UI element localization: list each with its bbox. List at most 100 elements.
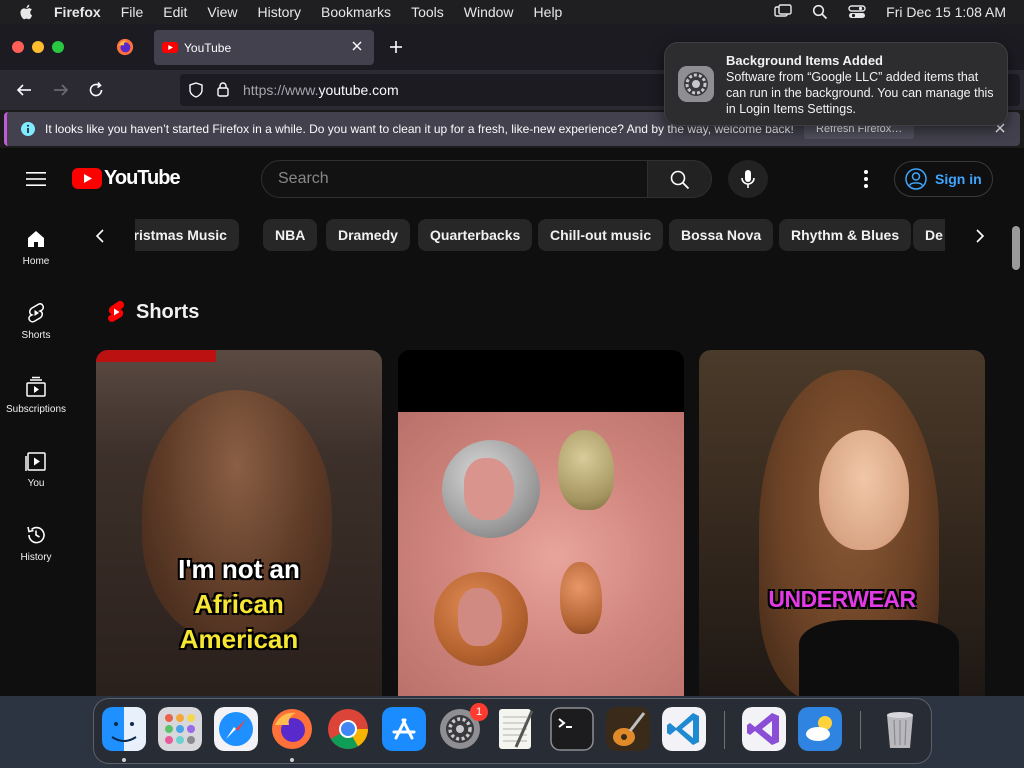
guide-item-you[interactable]: You — [0, 440, 72, 504]
account-icon — [905, 168, 927, 190]
cutout — [458, 588, 502, 646]
app-store-icon[interactable] — [382, 707, 426, 751]
tab-title: YouTube — [184, 40, 232, 55]
app-menu-firefox[interactable]: Firefox — [54, 4, 101, 20]
window-zoom-button[interactable] — [52, 41, 64, 53]
firefox-pinned-tab-icon[interactable] — [116, 38, 134, 56]
coin-image — [442, 440, 540, 538]
guide-item-shorts[interactable]: Shorts — [0, 292, 72, 356]
weather-icon[interactable] — [798, 707, 842, 751]
window-close-button[interactable] — [12, 41, 24, 53]
chip-quarterbacks[interactable]: Quarterbacks — [418, 219, 533, 251]
dock-separator — [860, 711, 861, 749]
chip-nba[interactable]: NBA — [263, 219, 318, 251]
terminal-icon[interactable] — [550, 707, 594, 751]
menubar-clock[interactable]: Fri Dec 15 1:08 AM — [886, 4, 1006, 20]
coin-image — [434, 572, 528, 666]
control-center-icon[interactable] — [848, 4, 866, 20]
caption-line: African — [194, 589, 284, 619]
search-button[interactable] — [647, 160, 712, 198]
chip-bossa-nova[interactable]: Bossa Nova — [669, 219, 774, 251]
macos-menu-bar: Firefox File Edit View History Bookmarks… — [0, 0, 1024, 24]
search-input[interactable] — [278, 169, 618, 189]
apple-icon[interactable] — [18, 3, 36, 21]
chips-scroll-right-icon[interactable] — [970, 226, 990, 246]
youtube-wordmark: YouTube — [104, 166, 181, 189]
youtube-page: YouTube Sign in Home Shorts Subscription… — [0, 148, 1024, 696]
firefox-icon[interactable] — [270, 707, 314, 751]
spotlight-search-icon[interactable] — [812, 4, 828, 20]
youtube-favicon-icon — [162, 42, 178, 53]
voice-search-button[interactable] — [728, 160, 768, 198]
caption-line: American — [179, 624, 299, 654]
visual-studio-icon[interactable] — [742, 707, 786, 751]
guide-label: Subscriptions — [5, 404, 67, 415]
page-scrollbar-thumb[interactable] — [1012, 226, 1020, 270]
menu-bookmarks[interactable]: Bookmarks — [321, 4, 391, 20]
menu-edit[interactable]: Edit — [163, 4, 187, 20]
short-card[interactable] — [398, 350, 684, 696]
thumbnail-image — [819, 430, 909, 550]
macos-notification[interactable]: Background Items Added Software from “Go… — [664, 42, 1008, 126]
hamburger-menu-icon[interactable] — [26, 170, 46, 188]
window-minimize-button[interactable] — [32, 41, 44, 53]
youtube-play-logo-icon — [72, 167, 102, 189]
url-prefix: https://www. — [243, 82, 319, 98]
thumbnail-image — [799, 620, 959, 696]
menu-history[interactable]: History — [257, 4, 301, 20]
safari-icon[interactable] — [214, 707, 258, 751]
menu-tools[interactable]: Tools — [411, 4, 444, 20]
shorts-logo-icon — [108, 300, 125, 322]
reload-icon[interactable] — [87, 81, 105, 99]
tab-close-icon[interactable] — [350, 39, 364, 53]
tab-youtube[interactable]: YouTube — [154, 30, 374, 65]
guide-label: Shorts — [21, 330, 51, 341]
chip-bar: hristmas Music NBA Dramedy Quarterbacks … — [135, 219, 945, 251]
padlock-icon[interactable] — [216, 81, 230, 97]
menu-window[interactable]: Window — [464, 4, 514, 20]
trash-icon[interactable] — [878, 707, 922, 751]
sign-in-button[interactable]: Sign in — [894, 161, 993, 197]
guide-label: Home — [22, 256, 50, 267]
visual-studio-code-icon[interactable] — [662, 707, 706, 751]
microphone-icon — [741, 170, 755, 188]
shorts-icon — [28, 303, 44, 323]
url-text[interactable]: https://www.youtube.com — [243, 82, 399, 98]
garageband-icon[interactable] — [606, 707, 650, 751]
screen-mirroring-icon[interactable] — [774, 4, 792, 20]
chip-partial[interactable]: De — [913, 219, 945, 251]
short-card[interactable]: I'm not an African American — [96, 350, 382, 696]
chip-christmas-music[interactable]: hristmas Music — [135, 219, 239, 251]
menu-help[interactable]: Help — [534, 4, 563, 20]
chrome-icon[interactable] — [326, 707, 370, 751]
home-icon — [28, 231, 44, 247]
notification-body: Software from “Google LLC” added items t… — [726, 70, 994, 116]
url-domain: youtube.com — [318, 82, 399, 98]
shorts-section-header: Shorts — [106, 300, 199, 324]
new-tab-icon[interactable] — [387, 38, 405, 56]
chip-dramedy[interactable]: Dramedy — [326, 219, 410, 251]
textedit-icon[interactable] — [494, 707, 538, 751]
more-options-icon[interactable] — [856, 168, 876, 190]
info-icon — [21, 122, 35, 136]
tracking-protection-shield-icon[interactable] — [188, 82, 204, 98]
youtube-logo[interactable]: YouTube — [72, 166, 181, 190]
back-arrow-icon[interactable] — [15, 81, 33, 99]
forward-arrow-icon[interactable] — [52, 81, 70, 99]
macos-dock: 1 — [93, 698, 932, 764]
chips-scroll-left-icon[interactable] — [90, 226, 110, 246]
chip-chill-out-music[interactable]: Chill-out music — [538, 219, 664, 251]
launchpad-icon[interactable] — [158, 707, 202, 751]
short-caption: UNDERWEAR — [768, 586, 916, 612]
guide-item-subscriptions[interactable]: Subscriptions — [0, 366, 72, 430]
guide-item-home[interactable]: Home — [0, 218, 72, 282]
thumbnail-decoration — [96, 350, 216, 362]
menu-view[interactable]: View — [207, 4, 237, 20]
short-card[interactable]: UNDERWEAR — [699, 350, 985, 696]
guide-item-history[interactable]: History — [0, 514, 72, 578]
finder-icon[interactable] — [102, 707, 146, 751]
chip-rhythm-and-blues[interactable]: Rhythm & Blues — [779, 219, 912, 251]
menu-file[interactable]: File — [121, 4, 144, 20]
shorts-title: Shorts — [136, 300, 200, 323]
search-box — [261, 160, 648, 198]
